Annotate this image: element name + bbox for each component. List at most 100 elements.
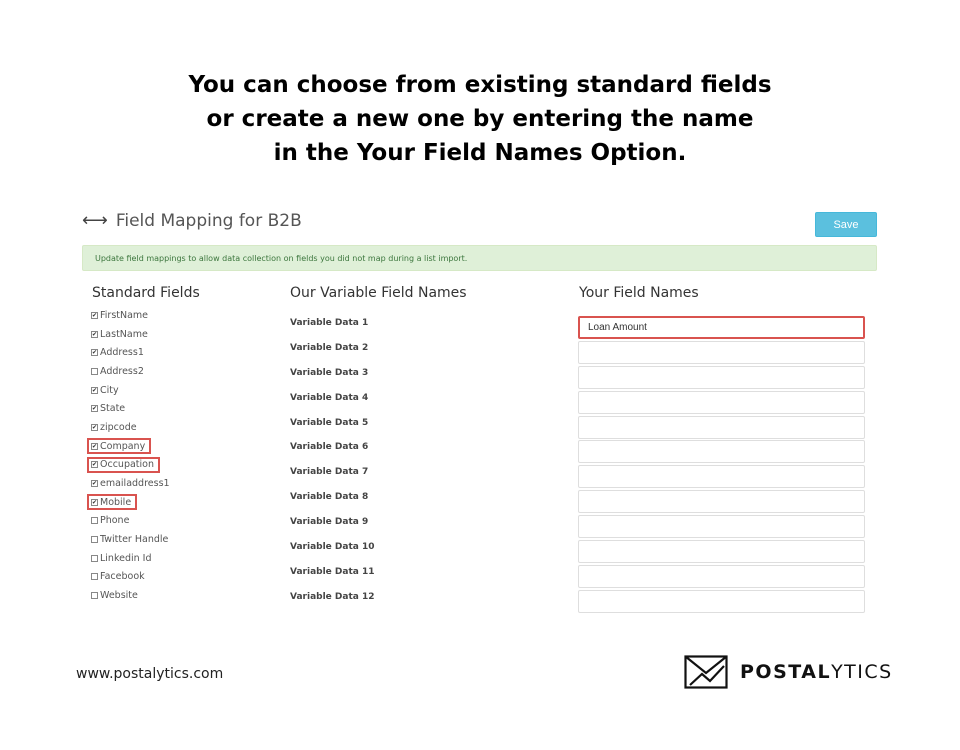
variable-field-label: Variable Data 8: [290, 492, 369, 503]
checkbox-checked-icon[interactable]: ✔: [91, 405, 98, 413]
your-field-name-input[interactable]: [578, 490, 865, 514]
variable-field-label: Variable Data 3: [290, 367, 369, 378]
variable-field-label: Variable Data 6: [290, 442, 369, 453]
standard-field-item[interactable]: ✔ Address1: [90, 343, 270, 362]
checkbox-unchecked-icon[interactable]: [91, 536, 98, 544]
standard-field-item[interactable]: Website: [90, 586, 270, 605]
standard-field-checkbox-wrapper[interactable]: ✔ zipcode: [87, 419, 143, 435]
standard-field-label: Address1: [100, 347, 144, 359]
standard-field-label: Facebook: [100, 571, 145, 583]
info-alert: Update field mappings to allow data coll…: [82, 245, 877, 271]
checkbox-checked-icon[interactable]: ✔: [91, 480, 98, 488]
variable-fields-list: Variable Data 1 Variable Data 2 Variable D…: [290, 313, 375, 612]
headline-line-3: in the Your Field Names Option.: [273, 140, 687, 166]
standard-field-checkbox-wrapper[interactable]: Phone: [87, 513, 135, 529]
standard-field-label: FirstName: [100, 309, 149, 321]
standard-field-label: City: [100, 384, 119, 396]
variable-field-label: Variable Data 11: [290, 566, 375, 577]
variable-field-label: Variable Data 2: [290, 342, 369, 353]
standard-field-item[interactable]: ✔ Company: [87, 437, 270, 456]
your-field-name-input[interactable]: [578, 589, 865, 613]
checkbox-checked-icon[interactable]: ✔: [91, 442, 98, 450]
page-title-text: Field Mapping for B2B: [115, 210, 302, 231]
checkbox-checked-icon[interactable]: ✔: [91, 498, 98, 506]
standard-field-label: Linkedin Id: [100, 552, 152, 564]
variable-field-label: Variable Data 12: [290, 591, 375, 602]
checkbox-unchecked-icon[interactable]: [91, 592, 98, 600]
standard-field-checkbox-wrapper[interactable]: ✔ FirstName: [87, 307, 154, 323]
checkbox-unchecked-icon[interactable]: [91, 517, 98, 525]
standard-field-label: Address2: [100, 365, 144, 377]
standard-field-label: Occupation: [100, 459, 154, 471]
variable-field-label: Variable Data 4: [290, 392, 369, 403]
checkbox-checked-icon[interactable]: ✔: [91, 386, 98, 394]
standard-field-checkbox-wrapper[interactable]: Facebook: [87, 569, 151, 585]
your-field-name-input[interactable]: [578, 415, 865, 439]
headline-line-2: or create a new one by entering the name: [206, 106, 754, 132]
your-field-name-input[interactable]: [578, 365, 865, 389]
standard-field-checkbox-wrapper[interactable]: ✔ State: [87, 401, 131, 417]
standard-field-item[interactable]: ✔ Occupation: [87, 456, 270, 475]
standard-field-item[interactable]: Address2: [90, 362, 270, 381]
standard-field-label: State: [100, 403, 126, 415]
checkbox-unchecked-icon[interactable]: [91, 367, 98, 375]
standard-field-label: Twitter Handle: [100, 534, 169, 546]
your-field-name-input[interactable]: [578, 465, 865, 489]
standard-field-item[interactable]: ✔ FirstName: [90, 306, 270, 325]
your-fields-list: [578, 316, 865, 615]
standard-field-item[interactable]: ✔ LastName: [90, 325, 270, 344]
checkbox-unchecked-icon[interactable]: [91, 573, 98, 581]
variable-field-label: Variable Data 1: [290, 318, 369, 328]
checkbox-checked-icon[interactable]: ✔: [91, 423, 98, 431]
standard-field-item[interactable]: ✔ City: [90, 381, 270, 400]
standard-field-checkbox-wrapper[interactable]: ✔ Occupation: [87, 456, 160, 473]
standard-field-checkbox-wrapper[interactable]: ✔ LastName: [87, 326, 154, 342]
standard-field-checkbox-wrapper[interactable]: ✔ Address1: [87, 345, 150, 361]
brand-name-light: YTICS: [831, 661, 893, 683]
standard-field-label: LastName: [100, 328, 148, 340]
standard-field-label: Mobile: [100, 496, 132, 508]
standard-fields-list: ✔ FirstName ✔ LastName ✔ Address1 Address2 ✔ Cit…: [87, 306, 270, 605]
standard-field-checkbox-wrapper[interactable]: ✔ Company: [87, 438, 152, 455]
standard-field-label: zipcode: [100, 421, 137, 433]
headline: You can choose from existing standard fi…: [0, 68, 960, 170]
your-field-name-input[interactable]: [578, 340, 865, 364]
standard-field-item[interactable]: ✔ Mobile: [87, 493, 270, 512]
standard-field-item[interactable]: ✔ State: [90, 399, 270, 418]
checkbox-checked-icon[interactable]: ✔: [91, 461, 98, 469]
standard-field-checkbox-wrapper[interactable]: Address2: [87, 363, 150, 379]
standard-field-label: emailaddress1: [100, 478, 170, 490]
standard-field-checkbox-wrapper[interactable]: Linkedin Id: [87, 550, 158, 566]
checkbox-checked-icon[interactable]: ✔: [91, 330, 98, 338]
checkbox-checked-icon[interactable]: ✔: [91, 311, 98, 319]
standard-field-checkbox-wrapper[interactable]: ✔ Mobile: [87, 494, 138, 511]
your-field-name-input[interactable]: [578, 564, 865, 588]
variable-field-label: Variable Data 7: [290, 467, 369, 478]
your-field-name-input[interactable]: [578, 440, 865, 464]
standard-field-item[interactable]: Facebook: [90, 568, 270, 587]
standard-field-checkbox-wrapper[interactable]: ✔ emailaddress1: [87, 476, 176, 492]
save-button[interactable]: Save: [815, 212, 877, 237]
your-field-name-input[interactable]: [578, 540, 865, 564]
standard-field-item[interactable]: ✔ zipcode: [90, 418, 270, 437]
your-field-name-input[interactable]: [578, 390, 865, 414]
brand-name-bold: POSTAL: [740, 661, 832, 683]
footer-url[interactable]: www.postalytics.com: [76, 666, 223, 682]
standard-field-item[interactable]: Phone: [90, 512, 270, 531]
your-fields-heading: Your Field Names: [579, 285, 699, 301]
checkbox-unchecked-icon[interactable]: [91, 554, 98, 562]
standard-field-checkbox-wrapper[interactable]: ✔ City: [87, 382, 125, 398]
page-title: ⟷ Field Mapping for B2B: [82, 210, 302, 231]
variable-field-label: Variable Data 5: [290, 417, 369, 428]
checkbox-checked-icon[interactable]: ✔: [91, 349, 98, 357]
headline-line-1: You can choose from existing standard fi…: [188, 72, 772, 98]
standard-field-label: Website: [100, 590, 138, 602]
your-field-name-input[interactable]: [578, 316, 865, 339]
standard-field-item[interactable]: ✔ emailaddress1: [90, 474, 270, 493]
standard-field-checkbox-wrapper[interactable]: Website: [87, 588, 144, 604]
standard-field-checkbox-wrapper[interactable]: Twitter Handle: [87, 532, 174, 548]
standard-field-item[interactable]: Linkedin Id: [90, 549, 270, 568]
your-field-name-input[interactable]: [578, 515, 865, 539]
standard-field-item[interactable]: Twitter Handle: [90, 530, 270, 549]
standard-field-label: Company: [100, 440, 146, 452]
